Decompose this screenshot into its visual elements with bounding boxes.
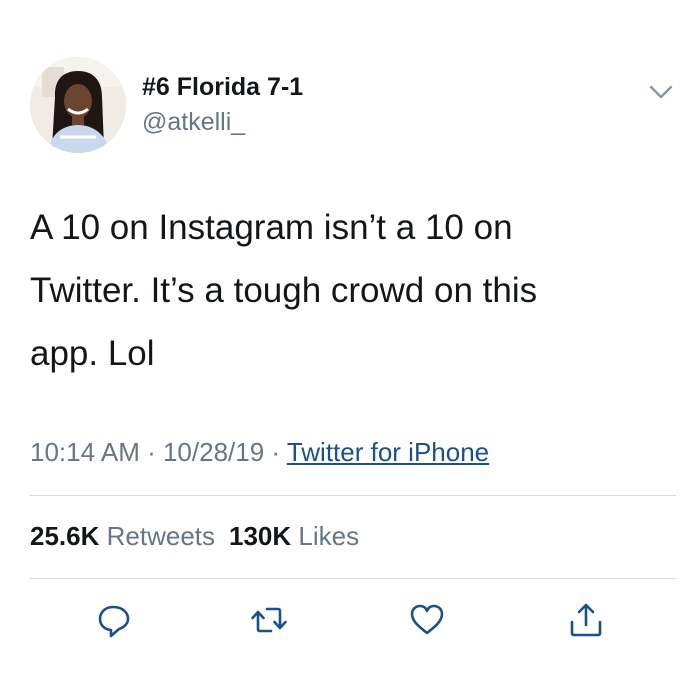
tweet-time: 10:14 AM (30, 437, 140, 467)
share-button[interactable] (566, 600, 606, 640)
tweet-card: #6 Florida 7-1 @atkelli_ A 10 on Instagr… (0, 0, 700, 700)
divider (30, 578, 676, 579)
tweet-stats: 25.6K Retweets 130K Likes (30, 521, 359, 552)
likes-stat[interactable]: 130K Likes (229, 521, 359, 551)
chevron-down-icon[interactable] (648, 83, 674, 103)
tweet-meta: 10:14 AM · 10/28/19 · Twitter for iPhone (30, 437, 489, 468)
tweet-text: A 10 on Instagram isn’t a 10 on Twitter.… (30, 196, 670, 385)
tweet-text-line: app. Lol (30, 334, 155, 373)
like-button[interactable] (407, 600, 447, 640)
retweets-stat[interactable]: 25.6K Retweets (30, 521, 215, 551)
tweet-text-line: A 10 on Instagram isn’t a 10 on (30, 208, 513, 247)
tweet-source-link[interactable]: Twitter for iPhone (287, 437, 489, 467)
author-handle[interactable]: @atkelli_ (142, 108, 245, 137)
retweet-icon (249, 600, 289, 640)
avatar-photo (30, 57, 126, 153)
avatar[interactable] (30, 57, 126, 153)
reply-icon (94, 600, 134, 640)
author-display-name[interactable]: #6 Florida 7-1 (142, 73, 303, 102)
divider (30, 495, 676, 496)
meta-separator: · (264, 437, 287, 467)
heart-icon (407, 600, 447, 640)
likes-count: 130K (229, 521, 292, 551)
tweet-header: #6 Florida 7-1 @atkelli_ (30, 57, 680, 157)
tweet-date: 10/28/19 (162, 437, 265, 467)
retweet-button[interactable] (249, 600, 289, 640)
tweet-actions (0, 600, 700, 640)
tweet-text-line: Twitter. It’s a tough crowd on this (30, 271, 538, 310)
meta-separator: · (139, 437, 163, 467)
retweets-count: 25.6K (30, 521, 100, 551)
retweets-label: Retweets (106, 521, 216, 551)
share-icon (566, 600, 606, 640)
likes-label: Likes (298, 521, 360, 551)
reply-button[interactable] (94, 600, 134, 640)
